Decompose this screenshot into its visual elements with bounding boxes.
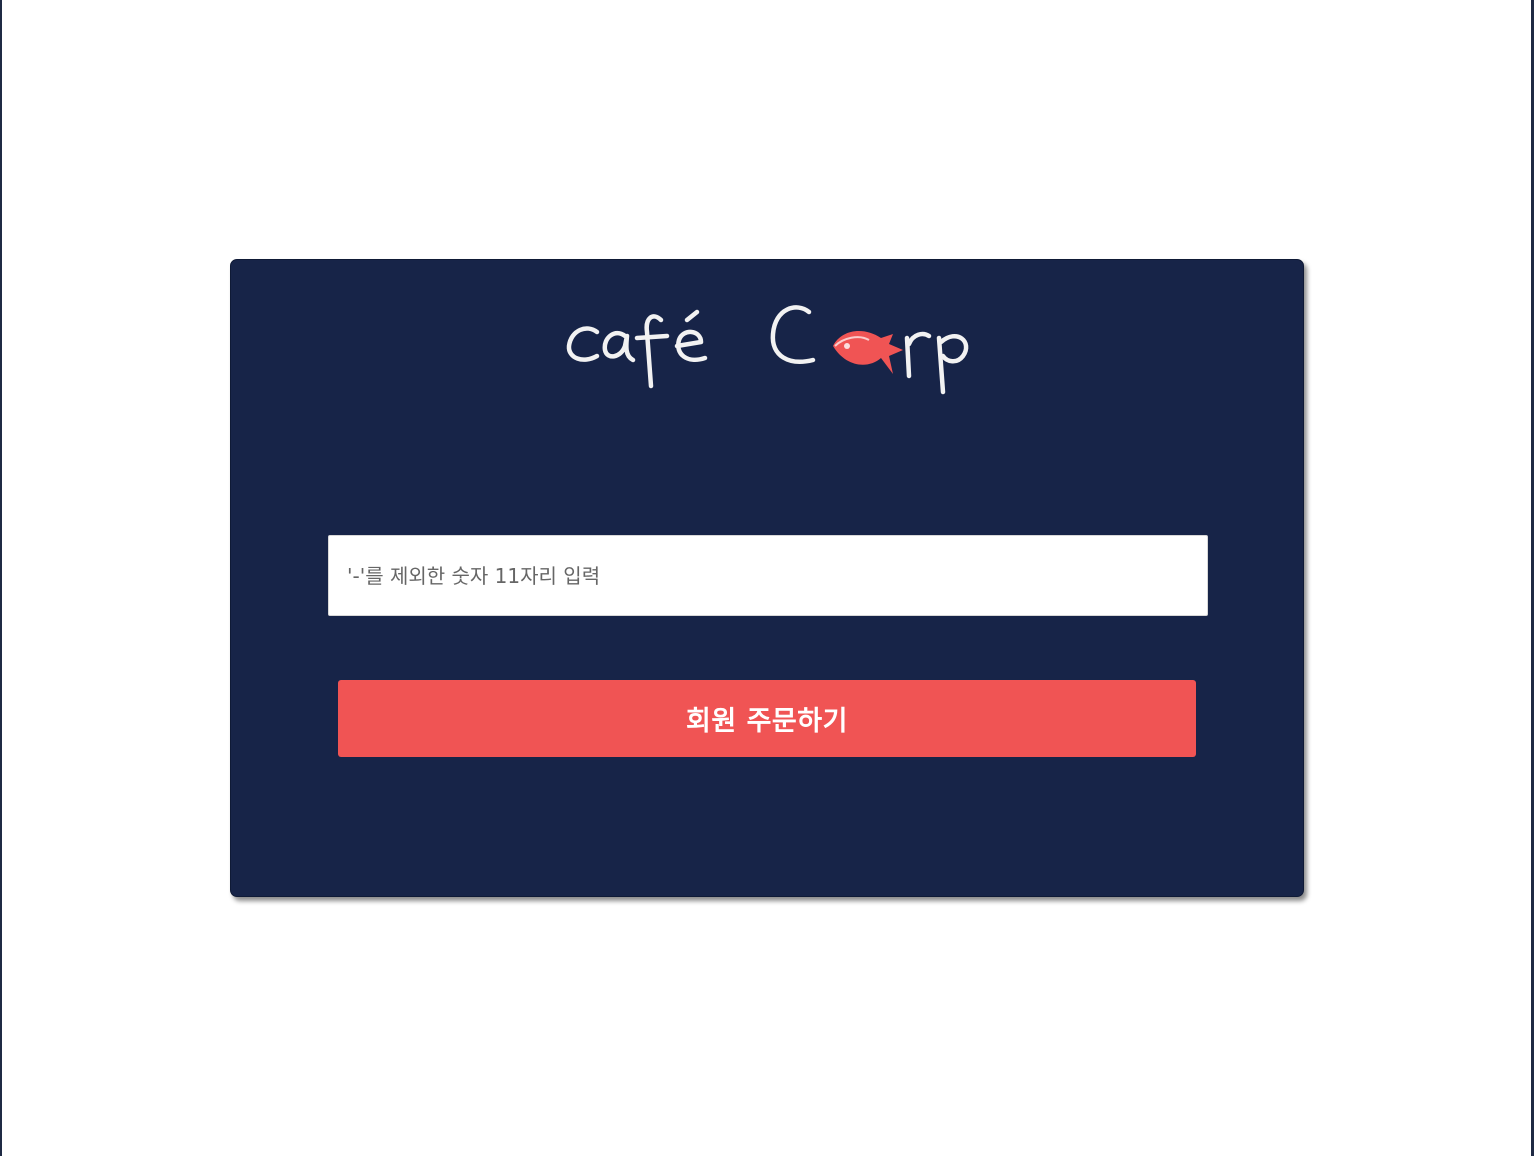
- window-edge-left: [0, 0, 2, 1156]
- phone-number-input[interactable]: [328, 535, 1208, 616]
- cafe-corp-logo: café C rp: [563, 294, 973, 398]
- logo-graphic: [566, 305, 969, 395]
- logo-word-c: C: [563, 398, 564, 399]
- member-order-button[interactable]: 회원 주문하기: [338, 680, 1196, 757]
- logo-word-cafe: café: [563, 398, 564, 399]
- login-card: café C rp 회원 주문하기: [230, 259, 1304, 897]
- page: café C rp 회원 주문하기: [0, 0, 1534, 1156]
- logo-word-rp: rp: [563, 398, 564, 399]
- fish-icon: [833, 331, 903, 374]
